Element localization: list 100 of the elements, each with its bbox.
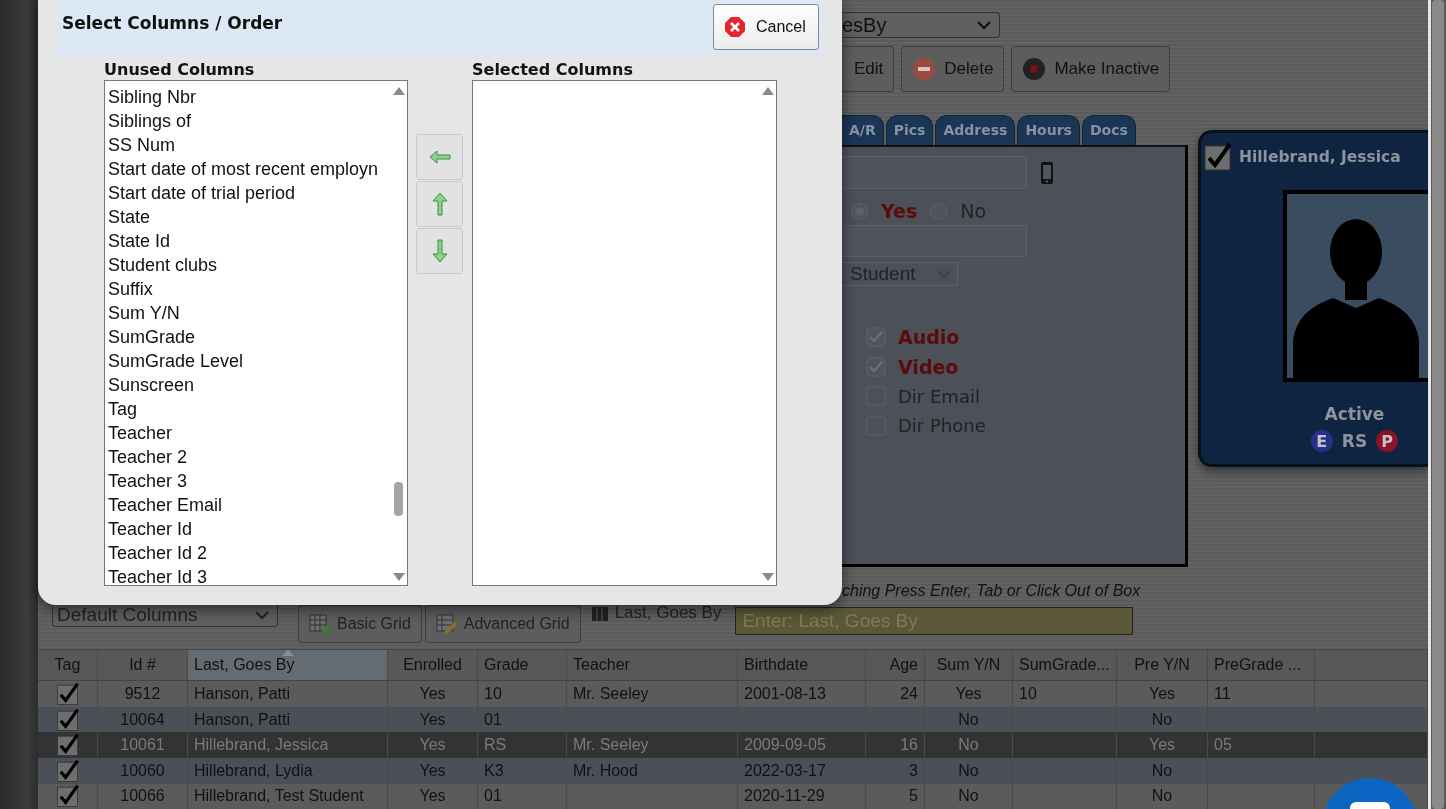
close-icon	[724, 16, 746, 38]
column-header[interactable]: Enrolled	[388, 650, 478, 681]
status-label: Active	[1324, 404, 1385, 424]
grid-button[interactable]: Advanced Grid	[424, 605, 581, 644]
list-item[interactable]: Student clubs	[108, 253, 218, 277]
table-cell: 10060	[98, 758, 188, 784]
list-label: Selected Columns	[472, 60, 634, 80]
list-item[interactable]: Teacher Id 3	[108, 565, 208, 585]
list-item[interactable]: Sibling Nbr	[108, 85, 197, 109]
checkbox[interactable]	[55, 784, 80, 809]
list-item[interactable]: SumGrade	[108, 325, 196, 349]
list-item[interactable]: Teacher Id 2	[108, 541, 208, 565]
checkbox[interactable]	[1203, 142, 1233, 172]
tab[interactable]: Address	[935, 115, 1016, 145]
column-header[interactable]: Sum Y/N	[925, 650, 1013, 681]
columns-icon	[590, 604, 609, 623]
grade-label: RS	[1341, 431, 1368, 451]
table-cell: Hanson, Patti	[188, 681, 388, 707]
table-cell: No	[925, 783, 1013, 809]
table-cell: Yes	[388, 758, 478, 784]
scroll-up-button[interactable]	[761, 86, 774, 95]
hint-text: ching Press Enter, Tab or Click Out of Box	[842, 582, 1142, 600]
table-cell: 10	[478, 681, 567, 707]
checkbox[interactable]	[55, 758, 80, 783]
column-header[interactable]: Grade	[478, 650, 567, 681]
column-header[interactable]: Pre Y/N	[1117, 650, 1208, 681]
table-row[interactable]: 10060 Hillebrand, Lydia Yes K3 Mr. Hood 2022-03-17 3 No No	[38, 758, 1428, 784]
radio-label: Yes	[881, 200, 918, 222]
column-header[interactable]: SumGrade...	[1013, 650, 1117, 681]
sort-select[interactable]: esBy	[842, 12, 1000, 38]
grid-button[interactable]: Basic Grid	[298, 605, 422, 644]
list-item[interactable]: Tag	[108, 397, 138, 421]
checkbox[interactable]	[55, 682, 80, 706]
column-header[interactable]: Teacher	[567, 650, 738, 681]
list-item[interactable]: SS Num	[108, 133, 176, 157]
list-item[interactable]: Teacher	[108, 421, 173, 445]
option-label: Last, Goes By	[614, 603, 722, 624]
checkbox[interactable]	[866, 356, 886, 377]
letter-badge: P	[1376, 430, 1399, 452]
cancel-button[interactable]: Cancel	[713, 4, 819, 50]
phone-icon[interactable]	[1040, 160, 1054, 185]
list-item[interactable]: SumGrade Level	[108, 349, 244, 373]
checkbox[interactable]	[55, 733, 80, 758]
toolbar-button[interactable]: Delete	[901, 46, 1005, 92]
tab[interactable]: Hours	[1017, 115, 1080, 145]
table-cell: Mr. Hood	[567, 758, 738, 784]
move-up-button[interactable]	[416, 181, 463, 227]
toolbar-button[interactable]: Make Inactive	[1011, 46, 1171, 92]
list-item[interactable]: State Id	[108, 229, 171, 253]
sort-icon	[282, 650, 294, 657]
table-cell: Yes	[1117, 681, 1208, 707]
list-item[interactable]: Teacher 2	[108, 445, 188, 469]
list-item[interactable]: Teacher Email	[108, 493, 223, 517]
list-item[interactable]: Teacher 3	[108, 469, 188, 493]
scroll-thumb[interactable]	[1432, 0, 1444, 809]
column-header[interactable]: Birthdate	[738, 650, 866, 681]
list-item[interactable]: Sum Y/N	[108, 301, 180, 325]
list-item[interactable]: Start date of most recent employn	[108, 157, 379, 181]
toolbar-button[interactable]: Edit	[842, 46, 895, 92]
table-cell: 24	[866, 681, 925, 707]
scrollbar[interactable]	[1428, 0, 1446, 809]
left-arrow-icon	[427, 148, 452, 166]
scroll-thumb[interactable]	[394, 482, 403, 516]
move-left-button[interactable]	[416, 134, 463, 180]
checkbox[interactable]	[55, 707, 80, 732]
minus-circle-icon	[912, 57, 937, 81]
tab[interactable]: A/R	[842, 115, 884, 145]
column-header[interactable]: Last, Goes By	[188, 650, 388, 681]
checkbox[interactable]	[866, 326, 886, 347]
column-header[interactable]: Age	[866, 650, 925, 681]
column-header[interactable]: Tag	[38, 650, 98, 681]
student-name: Hillebrand, Jessica	[1239, 148, 1401, 166]
scroll-down-button[interactable]	[392, 573, 405, 582]
input-field[interactable]	[842, 225, 1027, 257]
move-down-button[interactable]	[416, 228, 463, 274]
list-item[interactable]: Start date of trial period	[108, 181, 296, 205]
list-label: Unused Columns	[104, 60, 256, 80]
table-cell: Yes	[388, 681, 478, 707]
table-cell: No	[1117, 783, 1208, 809]
list-item[interactable]: Suffix	[108, 277, 153, 301]
table-cell: 01	[478, 783, 567, 809]
caret-icon	[977, 20, 991, 30]
list-item[interactable]: Siblings of	[108, 109, 192, 133]
tab[interactable]: Docs	[1081, 115, 1136, 145]
table-cell: 5	[866, 783, 925, 809]
column-set-select[interactable]: Default Columns	[52, 603, 278, 628]
table-cell: 10066	[98, 783, 188, 809]
table-cell: No	[925, 758, 1013, 784]
tab[interactable]: Pics	[885, 115, 934, 145]
input-field[interactable]	[842, 156, 1027, 189]
table-row[interactable]: 10061 Hillebrand, Jessica Yes RS Mr. Seeley 2009-09-05 16 No Yes 05	[38, 732, 1428, 758]
column-header[interactable]: PreGrade ...	[1208, 650, 1315, 681]
scroll-down-button[interactable]	[761, 573, 774, 582]
list-item[interactable]: Sunscreen	[108, 373, 195, 397]
table-cell: 10	[1013, 681, 1117, 707]
scroll-up-button[interactable]	[392, 86, 405, 95]
list-item[interactable]: Teacher Id	[108, 517, 193, 541]
list-box[interactable]	[104, 80, 408, 586]
table-row[interactable]: 10064 Hanson, Patti Yes 01 No No	[38, 706, 1428, 733]
list-item[interactable]: State	[108, 205, 151, 229]
